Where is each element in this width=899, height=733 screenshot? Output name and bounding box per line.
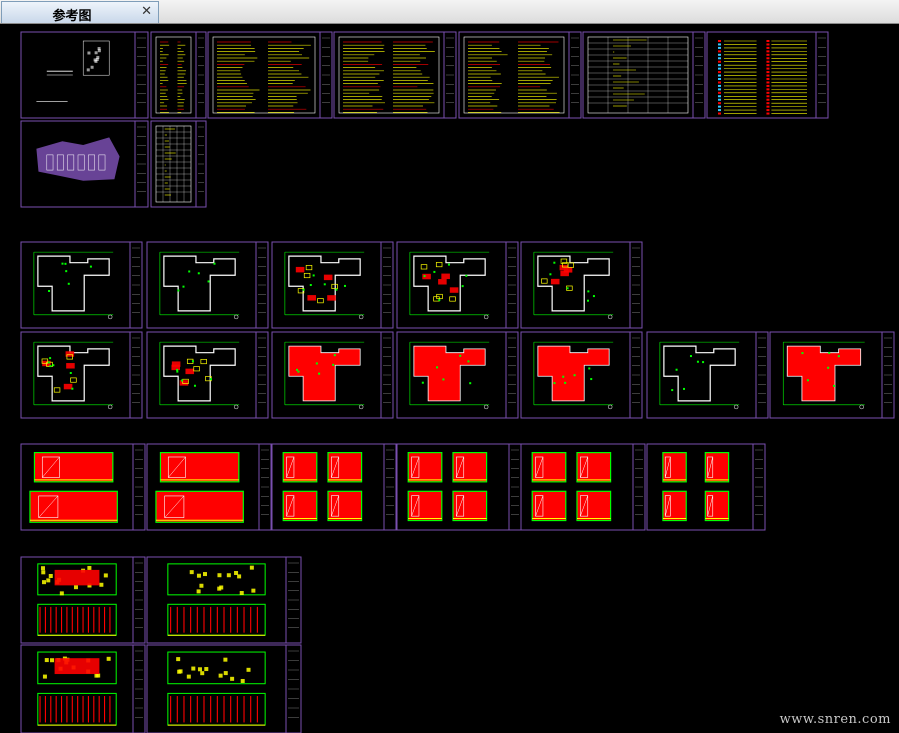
cad-drawing-canvas[interactable] — [0, 24, 899, 733]
detail-sheet[interactable] — [146, 644, 302, 733]
drawing-sheet[interactable] — [20, 31, 149, 119]
drawing-sheet[interactable] — [20, 241, 143, 329]
drawing-sheet[interactable] — [769, 331, 895, 419]
drawing-sheet[interactable] — [333, 31, 457, 119]
drawing-sheet[interactable] — [458, 31, 582, 119]
detail-sheet[interactable] — [146, 556, 302, 644]
drawing-sheet[interactable] — [520, 331, 643, 419]
drawing-sheet[interactable] — [150, 120, 207, 208]
tab-reference-drawing[interactable]: 参考图 ✕ — [1, 1, 159, 24]
elevation-sheet[interactable] — [646, 443, 766, 531]
drawing-sheet[interactable] — [146, 241, 269, 329]
elevation-sheet[interactable] — [20, 443, 146, 531]
drawing-sheet[interactable] — [396, 331, 519, 419]
tab-label: 参考图 — [52, 9, 92, 24]
drawing-sheet[interactable] — [146, 331, 269, 419]
elevation-sheet[interactable] — [271, 443, 397, 531]
watermark: www.snren.com — [779, 712, 891, 727]
drawing-sheet[interactable] — [646, 331, 769, 419]
elevation-sheet[interactable] — [396, 443, 522, 531]
drawing-sheet[interactable] — [582, 31, 706, 119]
drawing-sheet[interactable] — [150, 31, 207, 119]
detail-sheet[interactable] — [20, 644, 146, 733]
elevation-sheet[interactable] — [520, 443, 646, 531]
drawing-sheet[interactable] — [271, 241, 394, 329]
detail-sheet[interactable] — [20, 556, 146, 644]
drawing-sheet[interactable] — [396, 241, 519, 329]
drawing-sheet[interactable] — [20, 331, 143, 419]
drawing-sheet[interactable] — [20, 120, 149, 208]
document-tab-bar: 参考图 ✕ — [0, 0, 899, 24]
drawing-sheet[interactable] — [207, 31, 333, 119]
drawing-sheet[interactable] — [706, 31, 829, 119]
close-icon[interactable]: ✕ — [141, 4, 152, 19]
drawing-sheet[interactable] — [271, 331, 394, 419]
elevation-sheet[interactable] — [146, 443, 272, 531]
drawing-sheet[interactable] — [520, 241, 643, 329]
